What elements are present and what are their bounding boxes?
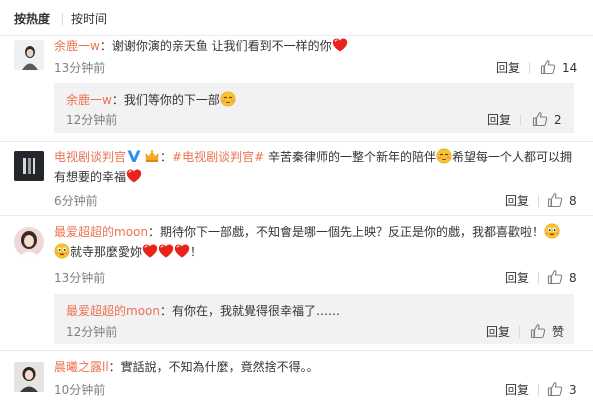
thumbs-up-icon	[530, 323, 546, 339]
comment-body: ：谢谢你演的亲天鱼 让我们看到不一样的你	[99, 39, 332, 53]
reply-box: 最爱超超的moon：有你在，我就覺得很幸福了…… 12分钟前 回复 赞	[54, 294, 574, 344]
sort-bar: 按热度 按时间	[0, 0, 593, 36]
reply-box: 余鹿一w：我们等你的下一部 12分钟前 回复 2	[54, 83, 574, 133]
reply-author-name[interactable]: 最爱超超的moon	[66, 304, 160, 318]
comment-divider	[0, 215, 593, 216]
sort-by-time-tab[interactable]: 按时间	[71, 11, 107, 27]
sort-divider	[62, 13, 63, 25]
commenter-name[interactable]: 晨曦之露ll	[54, 360, 109, 374]
reply-time: 12分钟前	[66, 325, 118, 339]
like-count: 2	[554, 113, 562, 127]
comment-body: ：期待你下一部戲，不知會是哪一個先上映？反正是你的戲，我都喜歡啦！	[147, 225, 544, 239]
heart-emoji	[174, 243, 190, 259]
like-label: 赞	[552, 325, 565, 339]
avatar[interactable]	[14, 227, 44, 257]
action-divider	[538, 272, 539, 284]
smile-emoji	[54, 243, 70, 259]
comment-time: 13分钟前	[54, 61, 106, 75]
reply-button[interactable]: 回复	[486, 324, 510, 340]
like-count: 8	[569, 271, 577, 285]
reply-button[interactable]: 回复	[505, 193, 529, 209]
thumbs-up-icon	[540, 59, 556, 75]
smile-emoji	[544, 223, 560, 239]
thumbs-up-icon	[547, 192, 563, 208]
shy-face-emoji	[220, 91, 236, 107]
sort-by-hot-tab[interactable]: 按热度	[14, 11, 50, 27]
action-divider	[519, 326, 520, 338]
reply-text: 余鹿一w：我们等你的下一部	[66, 90, 564, 110]
comment-body: 辛苦秦律师的一整个新年的陪伴	[264, 150, 436, 164]
action-divider	[538, 384, 539, 396]
reply-button[interactable]: 回复	[505, 382, 529, 398]
shy-face-emoji	[436, 148, 452, 164]
comment-body: ：實話說，不知為什麼，竟然捨不得。。	[108, 360, 319, 374]
reply-button[interactable]: 回复	[487, 112, 511, 128]
heart-emoji	[126, 168, 142, 184]
comment-body-end: ！	[190, 245, 203, 259]
like-count: 14	[562, 61, 578, 75]
comment-item: 晨曦之露ll：實話說，不知為什麼，竟然捨不得。。 10分钟前 回复 3	[0, 357, 593, 410]
heart-emoji	[158, 243, 174, 259]
like-button[interactable]: 14	[540, 60, 580, 76]
thumbs-up-icon	[547, 269, 563, 285]
comment-divider	[0, 350, 593, 351]
thumbs-up-icon	[547, 381, 563, 397]
avatar[interactable]	[14, 40, 44, 70]
comment-body-continued: 就寺那麼愛妳	[70, 245, 143, 259]
comment-time: 6分钟前	[54, 194, 98, 208]
comment-item: 最爱超超的moon：期待你下一部戲，不知會是哪一個先上映？反正是你的戲，我都喜歡…	[0, 222, 593, 352]
heart-emoji	[332, 37, 348, 53]
reply-time: 12分钟前	[66, 113, 118, 127]
comment-time: 13分钟前	[54, 271, 106, 285]
action-divider	[529, 62, 530, 74]
comment-item: 余鹿一w：谢谢你演的亲天鱼 让我们看到不一样的你 13分钟前 回复 14 余鹿一…	[0, 36, 593, 153]
like-button[interactable]: 3	[547, 382, 583, 398]
comment-divider	[0, 141, 593, 142]
commenter-name[interactable]: 余鹿一w	[54, 39, 100, 53]
comment-text: 最爱超超的moon：期待你下一部戲，不知會是哪一個先上映？反正是你的戲，我都喜歡…	[54, 222, 563, 262]
crown-badge-icon	[144, 148, 160, 164]
comment-text: 晨曦之露ll：實話說，不知為什麼，竟然捨不得。。	[54, 357, 583, 377]
reply-body: ：有你在，我就覺得很幸福了……	[159, 304, 340, 318]
comment-item: 电视剧谈判官 ：#电视剧谈判官# 辛苦秦律师的一整个新年的陪伴 希望每一个人都可以拥…	[0, 147, 593, 213]
like-button[interactable]: 赞	[530, 324, 570, 340]
reply-button[interactable]: 回复	[505, 270, 529, 286]
verified-v-badge-icon	[126, 148, 142, 164]
thumbs-up-icon	[532, 111, 548, 127]
avatar[interactable]	[14, 362, 44, 392]
action-divider	[538, 195, 539, 207]
reply-text: 最爱超超的moon：有你在，我就覺得很幸福了……	[66, 301, 564, 321]
reply-author-name[interactable]: 余鹿一w	[66, 93, 112, 107]
action-divider	[520, 114, 521, 126]
like-button[interactable]: 8	[547, 193, 583, 209]
like-count: 8	[569, 194, 577, 208]
like-count: 3	[569, 383, 577, 397]
like-button[interactable]: 8	[547, 270, 583, 286]
reply-button[interactable]: 回复	[496, 60, 520, 76]
comment-text: 余鹿一w：谢谢你演的亲天鱼 让我们看到不一样的你	[54, 36, 583, 56]
like-button[interactable]: 2	[532, 112, 572, 128]
topic-link[interactable]: #电视剧谈判官#	[172, 150, 264, 164]
comment-text: 电视剧谈判官 ：#电视剧谈判官# 辛苦秦律师的一整个新年的陪伴 希望每一个人都可以拥…	[54, 148, 572, 184]
heart-emoji	[142, 243, 158, 259]
comment-time: 10分钟前	[54, 383, 106, 397]
reply-body: ：我们等你的下一部	[111, 93, 220, 107]
commenter-name[interactable]: 最爱超超的moon	[54, 225, 148, 239]
commenter-name[interactable]: 电视剧谈判官	[54, 150, 126, 164]
avatar[interactable]	[14, 151, 44, 181]
